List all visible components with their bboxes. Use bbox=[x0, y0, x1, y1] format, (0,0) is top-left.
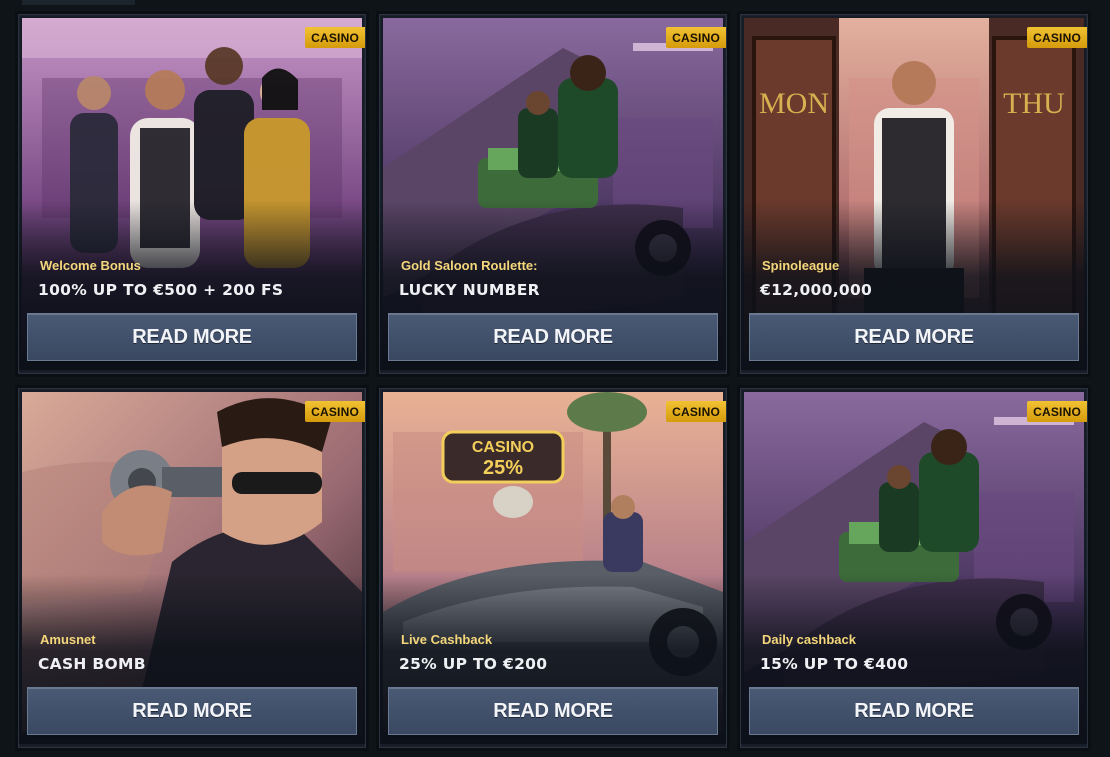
casino-badge: CASINO bbox=[1027, 401, 1087, 422]
promo-subtitle: Gold Saloon Roulette: bbox=[401, 258, 538, 273]
promo-title: €12,000,000 bbox=[760, 281, 873, 299]
casino-badge: CASINO bbox=[305, 401, 365, 422]
promo-card[interactable]: MON THU CASINO Spinoleague €12,000,000 R… bbox=[740, 14, 1088, 374]
promo-title: 15% UP TO €400 bbox=[760, 655, 909, 673]
door-right-text: THU bbox=[1003, 87, 1065, 120]
promo-card[interactable]: CASINO Daily cashback 15% UP TO €400 REA… bbox=[740, 388, 1088, 748]
promo-subtitle: Daily cashback bbox=[762, 632, 856, 647]
casino-badge: CASINO bbox=[666, 27, 726, 48]
promo-card[interactable]: CASINO 25% CASINO Live Cashback 25% UP T… bbox=[379, 388, 727, 748]
read-more-button[interactable]: READ MORE bbox=[27, 313, 357, 361]
casino-badge: CASINO bbox=[1027, 27, 1087, 48]
door-left-text: MON bbox=[759, 87, 829, 120]
promo-card[interactable]: CASINO Amusnet CASH BOMB READ MORE bbox=[18, 388, 366, 748]
promo-card[interactable]: CASINO Gold Saloon Roulette: LUCKY NUMBE… bbox=[379, 14, 727, 374]
promo-title: 100% UP TO €500 + 200 FS bbox=[38, 281, 284, 299]
promotions-grid: CASINO Welcome Bonus 100% UP TO €500 + 2… bbox=[0, 0, 1110, 757]
promo-card[interactable]: CASINO Welcome Bonus 100% UP TO €500 + 2… bbox=[18, 14, 366, 374]
promo-title: CASH BOMB bbox=[38, 655, 146, 673]
promo-subtitle: Live Cashback bbox=[401, 632, 493, 647]
promo-subtitle: Welcome Bonus bbox=[40, 258, 141, 273]
read-more-button[interactable]: READ MORE bbox=[27, 687, 357, 735]
promo-title: 25% UP TO €200 bbox=[399, 655, 548, 673]
read-more-button[interactable]: READ MORE bbox=[388, 313, 718, 361]
casino-badge: CASINO bbox=[666, 401, 726, 422]
sign-top-text: CASINO bbox=[472, 439, 534, 456]
promo-subtitle: Amusnet bbox=[40, 632, 96, 647]
casino-badge: CASINO bbox=[305, 27, 365, 48]
read-more-button[interactable]: READ MORE bbox=[749, 313, 1079, 361]
read-more-button[interactable]: READ MORE bbox=[749, 687, 1079, 735]
read-more-button[interactable]: READ MORE bbox=[388, 687, 718, 735]
sign-bottom-text: 25% bbox=[483, 457, 523, 479]
promo-subtitle: Spinoleague bbox=[762, 258, 840, 273]
promo-title: LUCKY NUMBER bbox=[399, 281, 540, 299]
